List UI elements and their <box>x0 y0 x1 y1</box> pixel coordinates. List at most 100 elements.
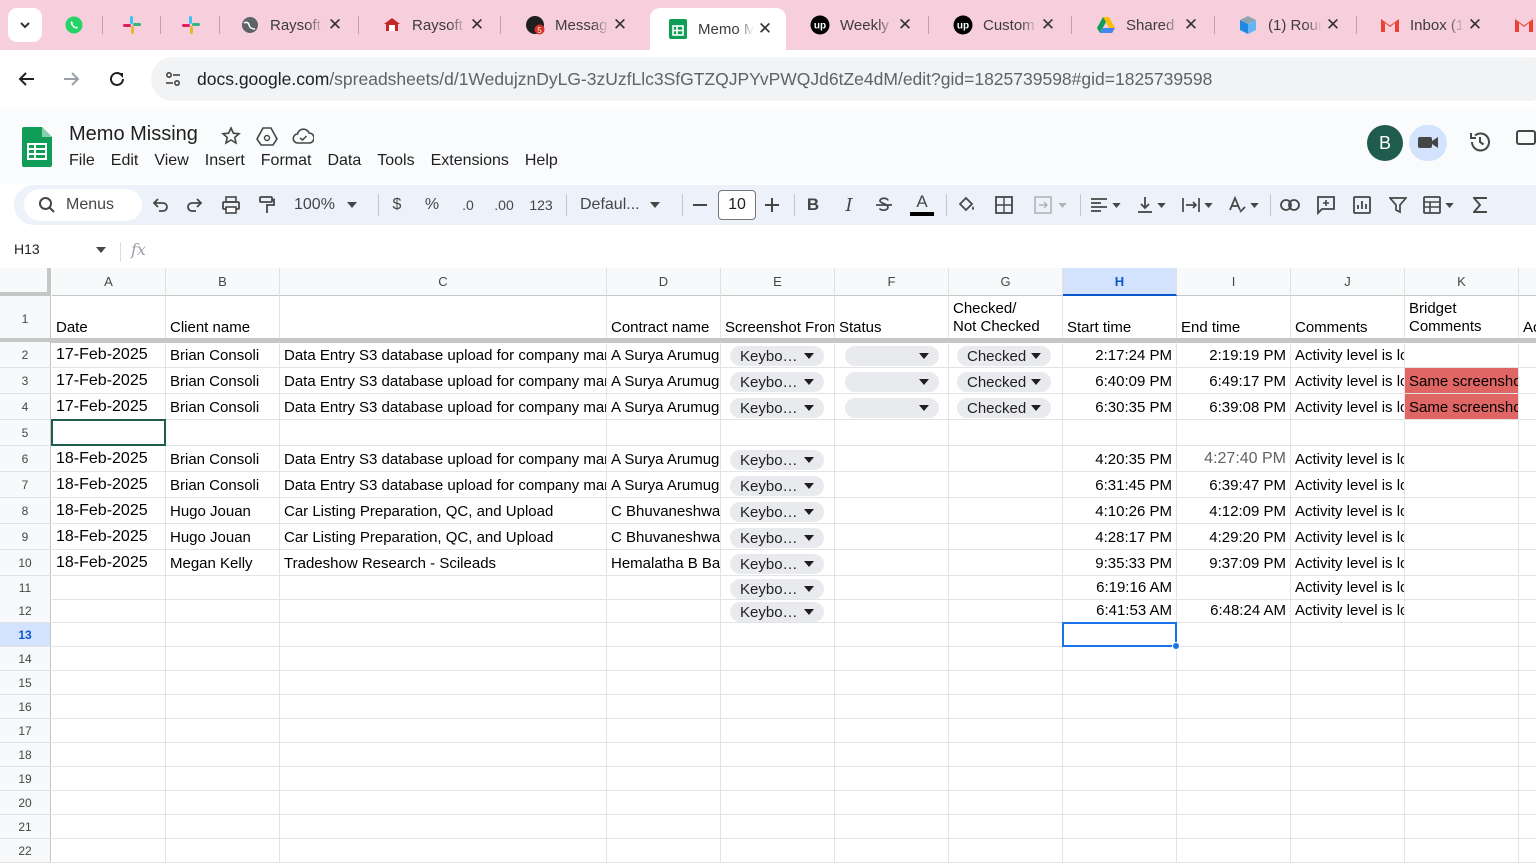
close-tab-icon[interactable]: ✕ <box>1464 15 1486 35</box>
cell-empty[interactable] <box>1291 719 1405 743</box>
cell-empty[interactable] <box>607 791 721 815</box>
paint-format-button[interactable] <box>253 191 281 219</box>
cell-end[interactable] <box>1177 576 1291 600</box>
comments-button[interactable] <box>1515 128 1536 158</box>
column-header-j[interactable]: J <box>1291 268 1405 296</box>
cell-bridget[interactable]: Same screenshot <box>1405 394 1519 420</box>
cell-task[interactable]: Data Entry S3 database upload for compan… <box>280 394 607 420</box>
cell-empty[interactable] <box>280 623 607 647</box>
cell-empty[interactable] <box>721 839 835 863</box>
browser-tab[interactable] <box>110 8 158 42</box>
cell-task[interactable]: Data Entry S3 database upload for compan… <box>280 472 607 498</box>
cell-start[interactable]: 6:31:45 PM <box>1063 472 1177 498</box>
cell-comments[interactable] <box>1291 420 1405 446</box>
cell-empty[interactable] <box>1063 791 1177 815</box>
cell-status[interactable] <box>835 472 949 498</box>
cell-task[interactable]: Tradeshow Research - Scileads <box>280 550 607 576</box>
header-bridget-comments[interactable]: Bridget Comments <box>1405 296 1519 342</box>
row-header[interactable]: 8 <box>0 498 51 524</box>
checked-dropdown[interactable]: Checked <box>957 372 1051 392</box>
increase-font-size-button[interactable] <box>760 191 784 219</box>
decrease-font-size-button[interactable] <box>688 191 712 219</box>
row-header[interactable]: 4 <box>0 394 51 420</box>
zoom-select[interactable]: 100% <box>290 191 364 219</box>
fill-color-button[interactable] <box>954 191 980 219</box>
cell-date[interactable] <box>52 576 166 600</box>
cell-empty[interactable] <box>166 767 280 791</box>
menus-search[interactable]: Menus <box>24 189 142 221</box>
cell-contract[interactable] <box>607 599 721 623</box>
cell-client[interactable]: Brian Consoli <box>166 342 280 368</box>
document-title[interactable]: Memo Missing <box>69 123 198 146</box>
strikethrough-button[interactable] <box>871 191 897 219</box>
cell-task[interactable]: Data Entry S3 database upload for compan… <box>280 446 607 472</box>
cell-status[interactable] <box>835 550 949 576</box>
cell-empty[interactable] <box>721 719 835 743</box>
screenshot-from-dropdown[interactable]: Keybo… <box>730 579 824 599</box>
cell-date[interactable]: 18-Feb-2025 <box>52 524 166 550</box>
header-start-time[interactable]: Start time <box>1063 296 1177 342</box>
name-box[interactable]: H13 <box>14 241 40 257</box>
cell-empty[interactable] <box>280 839 607 863</box>
merge-cells-button[interactable] <box>1028 191 1072 219</box>
cell-bridget[interactable] <box>1405 576 1519 600</box>
cell-extra[interactable] <box>1519 394 1536 420</box>
cell-end[interactable] <box>1177 420 1291 446</box>
header-end-time[interactable]: End time <box>1177 296 1291 342</box>
insert-chart-button[interactable] <box>1348 191 1376 219</box>
close-tab-icon[interactable]: ✕ <box>1180 15 1202 35</box>
column-header-a[interactable]: A <box>1519 268 1536 296</box>
cell-empty[interactable] <box>1177 671 1291 695</box>
bold-button[interactable]: B <box>800 191 826 219</box>
cell-empty[interactable] <box>949 839 1063 863</box>
browser-tab[interactable]: Raysoft ✕ <box>222 8 356 42</box>
cell-bridget[interactable] <box>1405 498 1519 524</box>
cell-end[interactable]: 6:49:17 PM <box>1177 368 1291 394</box>
cell-bridget[interactable] <box>1405 420 1519 446</box>
row-header[interactable]: 5 <box>0 420 51 446</box>
cell-extra[interactable] <box>1519 420 1536 446</box>
cell-checked[interactable] <box>949 550 1063 576</box>
cell-empty[interactable] <box>1519 719 1536 743</box>
cell-checked[interactable] <box>949 472 1063 498</box>
menu-tools[interactable]: Tools <box>369 150 422 172</box>
column-header-i[interactable]: I <box>1177 268 1291 296</box>
cell-empty[interactable] <box>1063 839 1177 863</box>
cell-empty[interactable] <box>1291 839 1405 863</box>
cell-contract[interactable] <box>607 576 721 600</box>
header-checked[interactable]: Checked/Not Checked <box>949 296 1063 342</box>
cell-status[interactable] <box>835 524 949 550</box>
cell-empty[interactable] <box>52 695 166 719</box>
avatar[interactable]: B <box>1367 125 1403 161</box>
cell-task[interactable]: Data Entry S3 database upload for compan… <box>280 368 607 394</box>
cell-empty[interactable] <box>721 743 835 767</box>
screenshot-from-dropdown[interactable]: Keybo… <box>730 528 824 548</box>
italic-button[interactable]: I <box>836 191 862 219</box>
status-dropdown[interactable] <box>845 372 939 392</box>
cell-empty[interactable] <box>1291 791 1405 815</box>
cell-start[interactable]: 4:10:26 PM <box>1063 498 1177 524</box>
cell-date[interactable]: 18-Feb-2025 <box>52 498 166 524</box>
cell-date[interactable]: 18-Feb-2025 <box>52 446 166 472</box>
cell-start[interactable]: 4:28:17 PM <box>1063 524 1177 550</box>
cell-empty[interactable] <box>835 719 949 743</box>
cell-empty[interactable] <box>607 767 721 791</box>
cell-empty[interactable] <box>280 743 607 767</box>
cell-empty[interactable] <box>607 743 721 767</box>
cell-extra[interactable] <box>1519 498 1536 524</box>
cell-empty[interactable] <box>607 647 721 671</box>
cell-bridget[interactable] <box>1405 550 1519 576</box>
row-header[interactable]: 10 <box>0 550 51 576</box>
cell-empty[interactable] <box>835 647 949 671</box>
cell-end[interactable]: 6:48:24 AM <box>1177 599 1291 623</box>
menu-extensions[interactable]: Extensions <box>423 150 517 172</box>
filter-button[interactable] <box>1384 191 1412 219</box>
column-header-e[interactable]: E <box>721 268 835 296</box>
cell-empty[interactable] <box>1177 791 1291 815</box>
cell-extra[interactable] <box>1519 342 1536 368</box>
column-header-b[interactable]: B <box>166 268 280 296</box>
text-wrapping-button[interactable] <box>1178 191 1216 219</box>
cell-empty[interactable] <box>1177 623 1291 647</box>
cell-date[interactable]: 17-Feb-2025 <box>52 342 166 368</box>
cell-date[interactable]: 18-Feb-2025 <box>52 472 166 498</box>
